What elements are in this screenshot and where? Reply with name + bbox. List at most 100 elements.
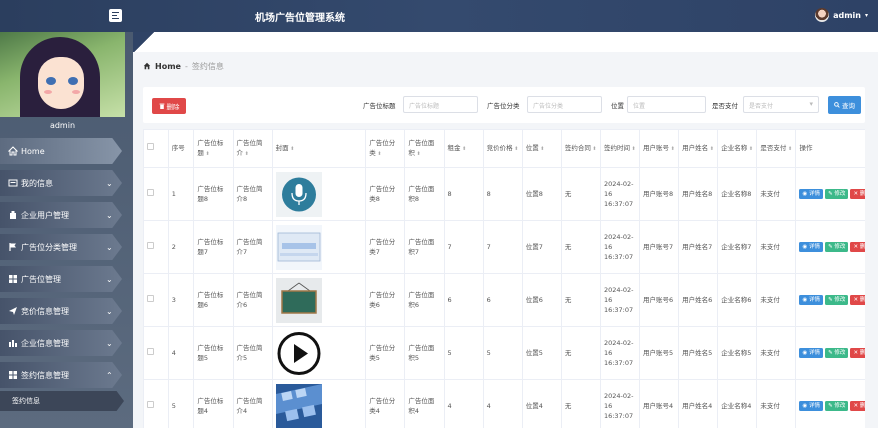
breadcrumb-home[interactable]: Home: [155, 62, 181, 71]
sidebar-item-5[interactable]: 竞价信息管理 ⌄: [0, 295, 133, 327]
detail-button[interactable]: ◉ 详情: [799, 401, 824, 411]
cell-paid: 未支付: [756, 379, 797, 428]
user-icon: [8, 210, 18, 220]
sort-icon: ⬍: [460, 146, 467, 153]
delete-button[interactable]: ✕ 删除: [850, 401, 865, 411]
column-header-10[interactable]: 签约时间 ⬍: [599, 129, 641, 168]
row-checkbox[interactable]: [147, 188, 154, 196]
delete-button[interactable]: ✕ 删除: [850, 348, 865, 358]
detail-button[interactable]: ◉ 详情: [799, 242, 824, 252]
delete-button[interactable]: ✕ 删除: [850, 242, 865, 252]
cell-account: 用户账号6: [639, 273, 680, 327]
delete-button[interactable]: ✕ 删除: [850, 295, 865, 305]
paid-filter-select[interactable]: 是否支付: [743, 96, 819, 113]
cell-name: 用户姓名8: [678, 167, 719, 221]
cell-category: 广告位分类6: [365, 273, 406, 327]
column-header-8[interactable]: 位置 ⬍: [521, 129, 562, 168]
column-header-5[interactable]: 广告位面积 ⬍: [404, 129, 445, 168]
detail-button[interactable]: ◉ 详情: [799, 348, 824, 358]
edit-button[interactable]: ✎ 修改: [825, 295, 849, 305]
column-header-4[interactable]: 广告位分类 ⬍: [365, 129, 406, 168]
grid-icon: [8, 274, 18, 284]
cell-account: 用户账号4: [639, 379, 680, 428]
cell-company: 企业名称8: [717, 167, 758, 221]
cell-title: 广告位标题4: [193, 379, 234, 428]
column-header-11[interactable]: 用户账号 ⬍: [639, 129, 680, 168]
table-header-row: 序号 广告位标题 ⬍ 广告位简介 ⬍ 封面 ⬍ 广告位分类 ⬍ 广告位面积 ⬍ 租金 ⬍ 竞价…: [143, 129, 865, 168]
grid-icon: [8, 370, 18, 380]
cell-time: 2024-02-16 16:37:07: [599, 273, 641, 327]
cover-image: [271, 273, 367, 327]
sidebar-item-7[interactable]: 签约信息管理 ⌃: [0, 359, 133, 391]
row-select: [143, 167, 169, 221]
cell-area: 广告位面积8: [404, 167, 445, 221]
column-header-7[interactable]: 竞价价格 ⬍: [482, 129, 523, 168]
sidebar-item-4[interactable]: 广告位管理 ⌄: [0, 263, 133, 295]
menu-toggle-icon[interactable]: [109, 9, 122, 22]
row-select: [143, 379, 169, 428]
breadcrumb: Home - 签约信息: [143, 61, 224, 72]
user-menu[interactable]: admin ▾: [815, 8, 868, 22]
column-header-1[interactable]: 广告位标题 ⬍: [193, 129, 234, 168]
row-checkbox[interactable]: [147, 294, 154, 302]
sidebar-item-6[interactable]: 企业信息管理 ⌄: [0, 327, 133, 359]
trash-icon: [159, 103, 164, 109]
cell-rent: 4: [443, 379, 484, 428]
row-checkbox[interactable]: [147, 241, 154, 249]
category-filter-input[interactable]: 广告位分类: [527, 96, 602, 113]
sidebar-item-0[interactable]: Home: [0, 135, 133, 167]
sidebar-item-label: 企业信息管理: [21, 338, 69, 348]
sidebar-subitem-label: 签约信息: [12, 397, 40, 405]
sidebar-subitem-contract-info[interactable]: 签约信息: [0, 391, 133, 411]
edit-button[interactable]: ✎ 修改: [825, 401, 849, 411]
cell-position: 位置6: [521, 273, 562, 327]
select-all-checkbox[interactable]: [147, 143, 154, 151]
cell-intro: 广告位简介4: [232, 379, 273, 428]
table-body: 1 广告位标题8 广告位简介8 广告位分类8 广告位面积8 8 8 位置8 无 2024-02-1…: [143, 167, 865, 428]
sidebar: admin Home 我的信息 ⌄ 企业用户管理 ⌄ 广告位分类管理 ⌄ 广告位管理 ⌄ 竞价信息…: [0, 32, 133, 428]
column-header-6[interactable]: 租金 ⬍: [443, 129, 484, 168]
table-row: 5 广告位标题4 广告位简介4 广告位分类4 广告位面积4 4 4 位置4 无 2024-02-1…: [143, 379, 865, 428]
cell-position: 位置8: [521, 167, 562, 221]
edit-button[interactable]: ✎ 修改: [825, 242, 849, 252]
search-button[interactable]: 查询: [828, 96, 861, 114]
sort-icon: ⬍: [629, 146, 636, 153]
sidebar-item-1[interactable]: 我的信息 ⌄: [0, 167, 133, 199]
detail-button[interactable]: ◉ 详情: [799, 295, 824, 305]
column-header-14[interactable]: 是否支付 ⬍: [756, 129, 797, 168]
title-filter-input[interactable]: 广告位标题: [403, 96, 478, 113]
cell-idx: 3: [167, 273, 195, 327]
sidebar-item-2[interactable]: 企业用户管理 ⌄: [0, 199, 133, 231]
batch-delete-button[interactable]: 删除: [152, 98, 186, 114]
table-row: 3 广告位标题6 广告位简介6 广告位分类6 广告位面积6 6 6 位置6 无 2024-02-1…: [143, 273, 865, 327]
column-header-9[interactable]: 签约合同 ⬍: [560, 129, 601, 168]
cell-rent: 5: [443, 326, 484, 380]
header-select: [143, 129, 169, 168]
row-checkbox[interactable]: [147, 400, 154, 408]
edit-button[interactable]: ✎ 修改: [825, 189, 849, 199]
column-header-3[interactable]: 封面 ⬍: [271, 129, 367, 168]
filter-bar: 删除 广告位标题 广告位标题 广告位分类 广告位分类 位置 位置 是否支付 是否…: [143, 87, 865, 123]
position-filter-input[interactable]: 位置: [627, 96, 706, 113]
paid-filter-label: 是否支付: [712, 102, 738, 110]
delete-button[interactable]: ✕ 删除: [850, 189, 865, 199]
column-header-13[interactable]: 企业名称 ⬍: [717, 129, 758, 168]
edit-button[interactable]: ✎ 修改: [825, 348, 849, 358]
detail-button[interactable]: ◉ 详情: [799, 189, 824, 199]
row-checkbox[interactable]: [147, 347, 154, 355]
cell-intro: 广告位简介8: [232, 167, 273, 221]
cell-position: 位置5: [521, 326, 562, 380]
sidebar-item-label: 广告位分类管理: [21, 242, 77, 252]
sort-icon: ⬍: [590, 146, 597, 153]
sidebar-item-3[interactable]: 广告位分类管理 ⌄: [0, 231, 133, 263]
cell-position: 位置7: [521, 220, 562, 274]
column-header-12[interactable]: 用户姓名 ⬍: [678, 129, 719, 168]
column-header-2[interactable]: 广告位简介 ⬍: [232, 129, 273, 168]
cell-title: 广告位标题6: [193, 273, 234, 327]
sort-icon: ⬍: [512, 146, 519, 153]
cell-name: 用户姓名6: [678, 273, 719, 327]
sort-icon: ⬍: [786, 146, 793, 153]
home-icon: [7, 146, 19, 156]
cell-title: 广告位标题8: [193, 167, 234, 221]
contract-table: 序号 广告位标题 ⬍ 广告位简介 ⬍ 封面 ⬍ 广告位分类 ⬍ 广告位面积 ⬍ 租金 ⬍ 竞价…: [143, 129, 865, 428]
